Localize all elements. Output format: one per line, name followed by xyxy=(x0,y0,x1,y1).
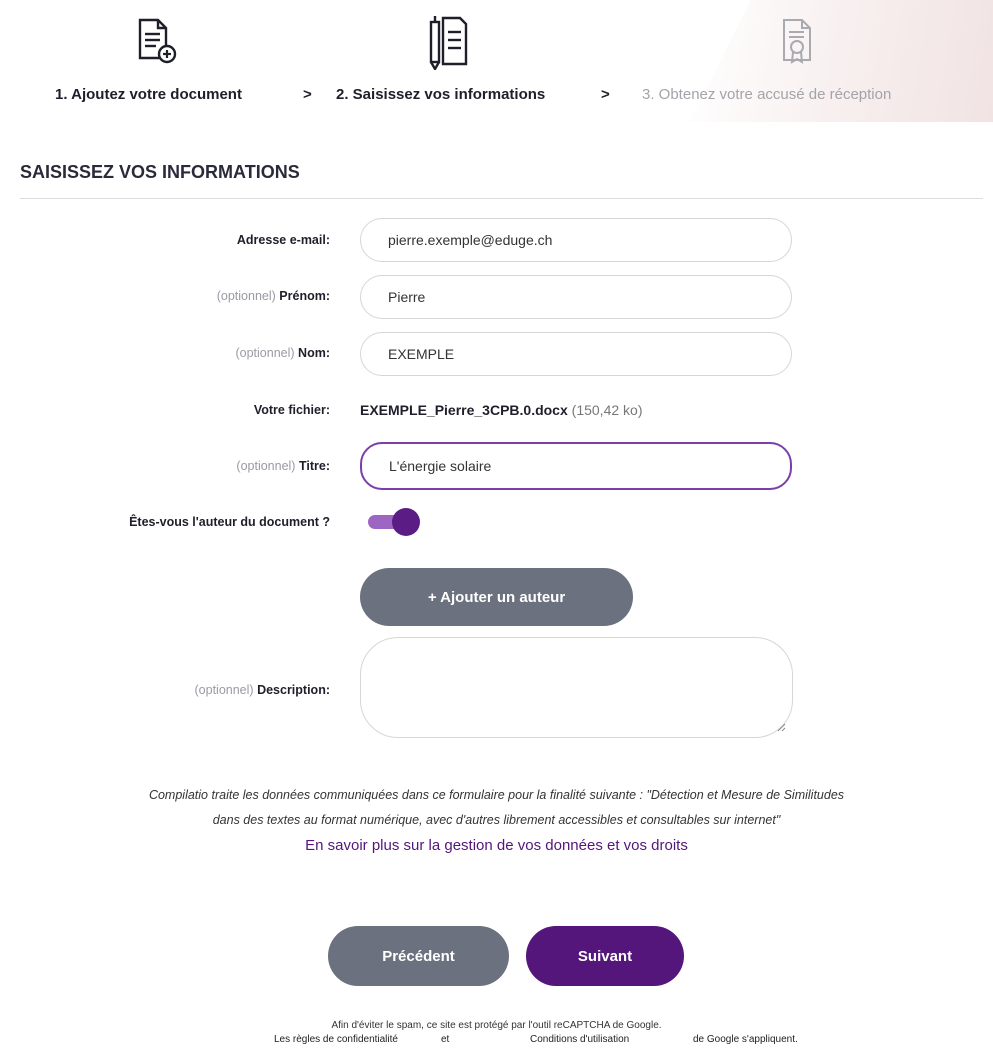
add-author-button[interactable]: + Ajouter un auteur xyxy=(360,568,633,626)
previous-button[interactable]: Précédent xyxy=(328,926,509,986)
step-2-label: 2. Saisissez vos informations xyxy=(336,86,546,103)
data-processing-notice-line1: Compilatio traite les données communiqué… xyxy=(148,788,845,802)
captcha-and: et xyxy=(441,1034,450,1045)
document-add-icon xyxy=(138,18,177,64)
last-name-input[interactable] xyxy=(360,332,792,376)
email-label: Adresse e-mail: xyxy=(236,233,330,247)
file-info: EXEMPLE_Pierre_3CPB.0.docx (150,42 ko) xyxy=(360,402,642,418)
privacy-link[interactable]: Les règles de confidentialité xyxy=(274,1034,398,1045)
first-name-input[interactable] xyxy=(360,275,792,319)
step-1-label: 1. Ajoutez votre document xyxy=(55,86,242,103)
description-textarea[interactable] xyxy=(360,637,793,738)
document-edit-icon xyxy=(429,16,468,70)
resize-grip-icon[interactable] xyxy=(776,722,786,732)
section-divider xyxy=(20,198,983,199)
captcha-notice: Afin d'éviter le spam, ce site est proté… xyxy=(331,1020,662,1031)
file-name: EXEMPLE_Pierre_3CPB.0.docx xyxy=(360,402,568,418)
first-name-label: (optionnel) Prénom: xyxy=(216,289,330,303)
step-separator: > xyxy=(303,86,312,103)
section-title: SAISISSEZ VOS INFORMATIONS xyxy=(20,162,300,182)
certificate-icon xyxy=(783,19,811,64)
next-button[interactable]: Suivant xyxy=(526,926,684,986)
stepper: 1. Ajoutez votre document > 2. Saisissez… xyxy=(0,86,993,106)
author-toggle[interactable] xyxy=(368,508,420,536)
toggle-knob xyxy=(392,508,420,536)
file-label: Votre fichier: xyxy=(253,403,330,417)
title-input[interactable] xyxy=(360,442,792,490)
email-input[interactable] xyxy=(360,218,792,262)
last-name-label: (optionnel) Nom: xyxy=(235,346,330,360)
data-rights-link[interactable]: En savoir plus sur la gestion de vos don… xyxy=(0,837,993,854)
title-label: (optionnel) Titre: xyxy=(236,459,330,473)
captcha-suffix: de Google s'appliquent. xyxy=(693,1034,798,1045)
terms-link[interactable]: Conditions d'utilisation xyxy=(530,1034,629,1045)
file-size: (150,42 ko) xyxy=(571,402,643,418)
step-separator: > xyxy=(601,86,610,103)
description-label: (optionnel) Description: xyxy=(194,683,331,697)
data-processing-notice-line2: dans des textes au format numérique, ave… xyxy=(212,813,781,827)
step-3-label: 3. Obtenez votre accusé de réception xyxy=(642,86,892,103)
author-question-label: Êtes-vous l'auteur du document ? xyxy=(129,515,330,529)
